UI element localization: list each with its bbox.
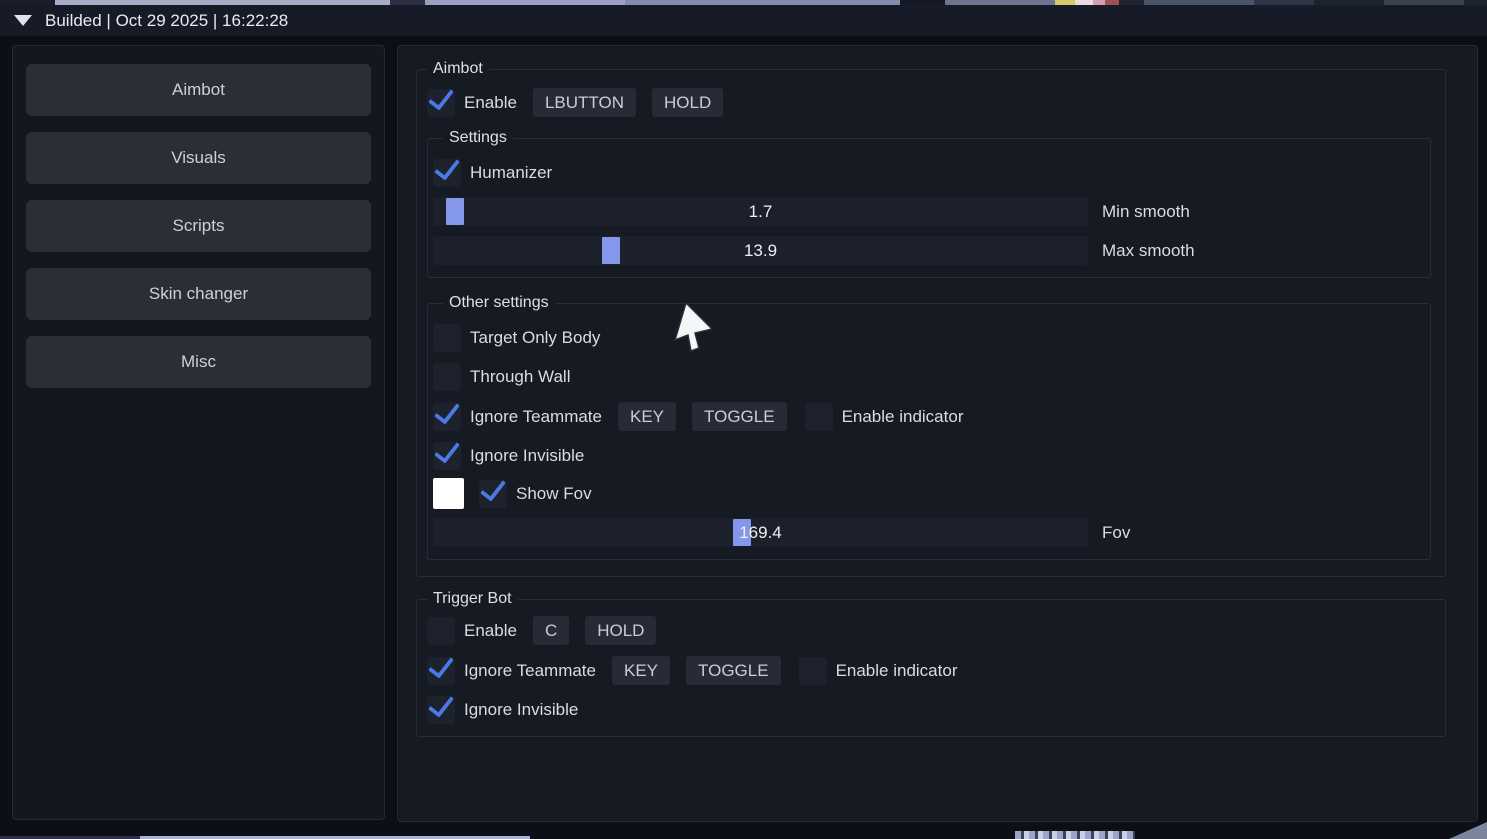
- trigger-bot-group: Trigger Bot Enable C HOLD Ignore Teammat…: [416, 590, 1446, 737]
- main-panel: Aimbot Enable LBUTTON HOLD Settings Huma…: [397, 45, 1478, 822]
- trigger-enable-row: Enable C HOLD: [417, 616, 1438, 645]
- aimbot-enable-indicator-label: Enable indicator: [842, 407, 964, 427]
- aimbot-ignore-invisible-label: Ignore Invisible: [470, 446, 584, 466]
- aimbot-enable-row: Enable LBUTTON HOLD: [417, 88, 1438, 117]
- max-smooth-label: Max smooth: [1102, 241, 1195, 261]
- aimbot-enable-indicator-checkbox[interactable]: [805, 403, 833, 431]
- fov-label: Fov: [1102, 523, 1130, 543]
- trigger-ignore-teammate-label: Ignore Teammate: [464, 661, 596, 681]
- trigger-enable-indicator-checkbox[interactable]: [799, 657, 827, 685]
- trigger-ignore-invisible-label: Ignore Invisible: [464, 700, 578, 720]
- trigger-ignore-invisible-checkbox[interactable]: [427, 696, 455, 724]
- max-smooth-slider-thumb[interactable]: [602, 237, 620, 264]
- aimbot-enable-label: Enable: [464, 93, 517, 113]
- through-wall-checkbox[interactable]: [433, 363, 461, 391]
- sidebar-item-aimbot[interactable]: Aimbot: [26, 64, 371, 116]
- sidebar: Aimbot Visuals Scripts Skin changer Misc: [12, 45, 385, 820]
- max-smooth-row: 13.9 Max smooth: [433, 236, 1422, 265]
- trigger-bot-legend: Trigger Bot: [427, 590, 518, 608]
- aimbot-ignore-teammate-row: Ignore Teammate KEY TOGGLE Enable indica…: [433, 402, 1422, 431]
- sidebar-item-misc[interactable]: Misc: [26, 336, 371, 388]
- trigger-keybind-button[interactable]: C: [533, 616, 569, 645]
- fov-value: 169.4: [433, 518, 1088, 547]
- fov-slider-thumb[interactable]: [733, 519, 751, 546]
- trigger-enable-label: Enable: [464, 621, 517, 641]
- collapse-triangle-icon[interactable]: [14, 15, 32, 26]
- show-fov-row: Show Fov: [433, 478, 1422, 509]
- game-background-corner: [1449, 822, 1487, 839]
- aimbot-ignore-teammate-label: Ignore Teammate: [470, 407, 602, 427]
- fov-slider[interactable]: 169.4: [433, 518, 1088, 547]
- through-wall-row: Through Wall: [433, 363, 1422, 391]
- sidebar-item-skin-changer[interactable]: Skin changer: [26, 268, 371, 320]
- min-smooth-slider[interactable]: 1.7: [433, 197, 1088, 226]
- fov-color-swatch[interactable]: [433, 478, 464, 509]
- humanizer-row: Humanizer: [433, 159, 1422, 187]
- show-fov-label: Show Fov: [516, 484, 592, 504]
- target-only-body-row: Target Only Body: [433, 324, 1422, 352]
- min-smooth-value: 1.7: [433, 197, 1088, 226]
- game-background-glitch: [1015, 831, 1135, 839]
- aimbot-ignore-teammate-key-button[interactable]: KEY: [618, 402, 676, 431]
- settings-legend: Settings: [443, 129, 513, 147]
- aimbot-enable-checkbox[interactable]: [427, 89, 455, 117]
- min-smooth-row: 1.7 Min smooth: [433, 197, 1422, 226]
- trigger-ignore-teammate-row: Ignore Teammate KEY TOGGLE Enable indica…: [417, 656, 1438, 685]
- cheat-menu-window: Builded | Oct 29 2025 | 16:22:28 Aimbot …: [0, 0, 1487, 839]
- settings-group: Settings Humanizer 1.7 Min smooth 13.9: [427, 129, 1431, 278]
- trigger-ignore-teammate-checkbox[interactable]: [427, 657, 455, 685]
- aimbot-ignore-invisible-checkbox[interactable]: [433, 442, 461, 470]
- aimbot-ignore-teammate-mode-button[interactable]: TOGGLE: [692, 402, 787, 431]
- min-smooth-slider-thumb[interactable]: [446, 198, 464, 225]
- trigger-enable-indicator-label: Enable indicator: [836, 661, 958, 681]
- max-smooth-slider[interactable]: 13.9: [433, 236, 1088, 265]
- target-only-body-label: Target Only Body: [470, 328, 600, 348]
- min-smooth-label: Min smooth: [1102, 202, 1190, 222]
- aimbot-keybind-button[interactable]: LBUTTON: [533, 88, 636, 117]
- max-smooth-value: 13.9: [433, 236, 1088, 265]
- fov-row: 169.4 Fov: [433, 518, 1422, 547]
- through-wall-label: Through Wall: [470, 367, 570, 387]
- show-fov-checkbox[interactable]: [479, 480, 507, 508]
- trigger-ignore-teammate-key-button[interactable]: KEY: [612, 656, 670, 685]
- sidebar-item-visuals[interactable]: Visuals: [26, 132, 371, 184]
- aimbot-ignore-teammate-checkbox[interactable]: [433, 403, 461, 431]
- sidebar-item-scripts[interactable]: Scripts: [26, 200, 371, 252]
- humanizer-checkbox[interactable]: [433, 159, 461, 187]
- trigger-mode-button[interactable]: HOLD: [585, 616, 656, 645]
- titlebar: Builded | Oct 29 2025 | 16:22:28: [0, 5, 1487, 36]
- other-settings-legend: Other settings: [443, 294, 555, 312]
- trigger-ignore-teammate-mode-button[interactable]: TOGGLE: [686, 656, 781, 685]
- target-only-body-checkbox[interactable]: [433, 324, 461, 352]
- window-title: Builded | Oct 29 2025 | 16:22:28: [45, 11, 288, 31]
- aimbot-legend: Aimbot: [427, 60, 489, 78]
- aimbot-ignore-invisible-row: Ignore Invisible: [433, 442, 1422, 470]
- trigger-enable-checkbox[interactable]: [427, 617, 455, 645]
- aimbot-mode-button[interactable]: HOLD: [652, 88, 723, 117]
- humanizer-label: Humanizer: [470, 163, 552, 183]
- trigger-ignore-invisible-row: Ignore Invisible: [417, 696, 1438, 724]
- other-settings-group: Other settings Target Only Body Through …: [427, 294, 1431, 560]
- aimbot-group: Aimbot Enable LBUTTON HOLD Settings Huma…: [416, 60, 1446, 577]
